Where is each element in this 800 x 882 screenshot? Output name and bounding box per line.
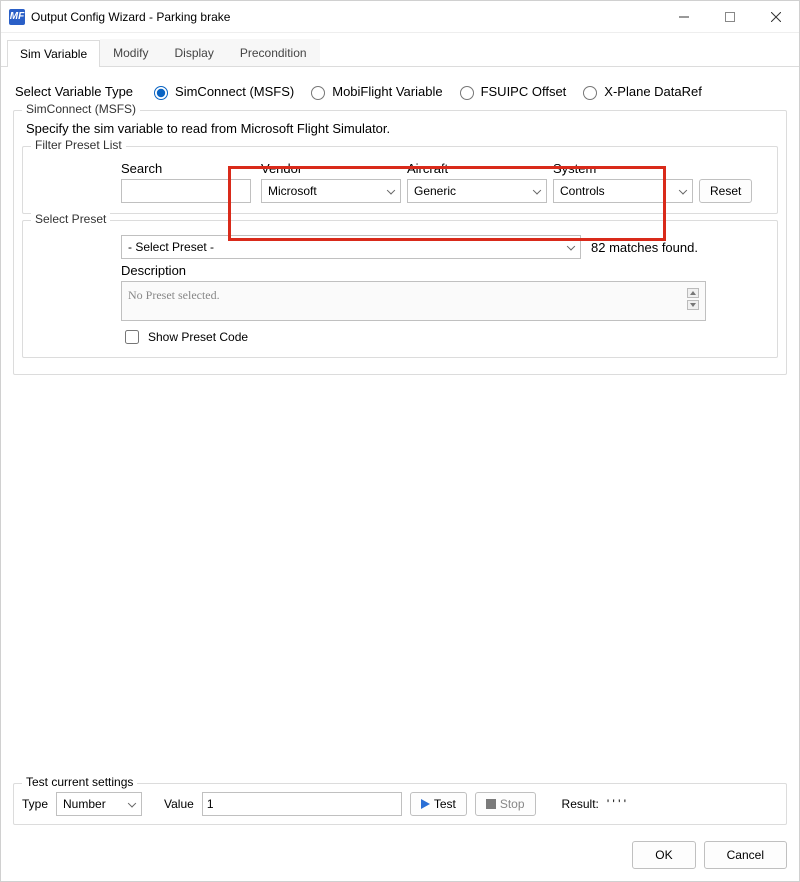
reset-button[interactable]: Reset bbox=[699, 179, 752, 203]
stop-button-label: Stop bbox=[500, 797, 525, 811]
result-label: Result: bbox=[562, 797, 599, 811]
test-value-label: Value bbox=[164, 797, 194, 811]
radio-fsuipc-input[interactable] bbox=[460, 86, 474, 100]
radio-fsuipc[interactable]: FSUIPC Offset bbox=[455, 83, 567, 100]
stop-button[interactable]: Stop bbox=[475, 792, 536, 816]
test-type-value: Number bbox=[63, 797, 106, 811]
description-box: No Preset selected. bbox=[121, 281, 706, 321]
tab-modify[interactable]: Modify bbox=[100, 39, 161, 66]
radio-xplane-label: X-Plane DataRef bbox=[604, 84, 702, 99]
description-text: No Preset selected. bbox=[128, 288, 220, 314]
show-code-row: Show Preset Code bbox=[121, 327, 769, 347]
tab-precondition[interactable]: Precondition bbox=[227, 39, 320, 66]
system-value: Controls bbox=[560, 184, 605, 198]
radio-fsuipc-label: FSUIPC Offset bbox=[481, 84, 567, 99]
radio-simconnect[interactable]: SimConnect (MSFS) bbox=[149, 83, 294, 100]
simconnect-instruction: Specify the sim variable to read from Mi… bbox=[26, 121, 778, 136]
tab-bar: Sim Variable Modify Display Precondition bbox=[1, 33, 799, 67]
close-button[interactable] bbox=[753, 1, 799, 33]
test-row: Type Number Value Test Stop Result: ' ' … bbox=[22, 792, 778, 816]
description-label: Description bbox=[121, 263, 769, 278]
content-area: Select Variable Type SimConnect (MSFS) M… bbox=[1, 67, 799, 783]
preset-matches: 82 matches found. bbox=[591, 240, 698, 255]
chevron-down-icon[interactable] bbox=[687, 300, 699, 310]
test-type-label: Type bbox=[22, 797, 48, 811]
test-button[interactable]: Test bbox=[410, 792, 467, 816]
system-select[interactable]: Controls bbox=[553, 179, 693, 203]
simconnect-legend: SimConnect (MSFS) bbox=[22, 102, 140, 116]
preset-row: - Select Preset - 82 matches found. bbox=[121, 235, 769, 259]
aircraft-select[interactable]: Generic bbox=[407, 179, 547, 203]
description-spinner[interactable] bbox=[687, 288, 699, 314]
titlebar: MF Output Config Wizard - Parking brake bbox=[1, 1, 799, 33]
radio-xplane[interactable]: X-Plane DataRef bbox=[578, 83, 702, 100]
play-icon bbox=[421, 799, 430, 809]
chevron-up-icon[interactable] bbox=[687, 288, 699, 298]
simconnect-group: SimConnect (MSFS) Specify the sim variab… bbox=[13, 110, 787, 375]
filter-legend: Filter Preset List bbox=[31, 138, 126, 152]
test-group: Test current settings Type Number Value … bbox=[13, 783, 787, 825]
minimize-button[interactable] bbox=[661, 1, 707, 33]
test-legend: Test current settings bbox=[22, 775, 137, 789]
tab-sim-variable[interactable]: Sim Variable bbox=[7, 40, 100, 67]
dialog-footer: OK Cancel bbox=[1, 833, 799, 881]
vendor-value: Microsoft bbox=[268, 184, 317, 198]
test-button-label: Test bbox=[434, 797, 456, 811]
filter-row: Search Vendor Microsoft Aircraft Generic bbox=[31, 157, 769, 205]
ok-button[interactable]: OK bbox=[632, 841, 695, 869]
system-label: System bbox=[553, 161, 693, 176]
stop-icon bbox=[486, 799, 496, 809]
window-title: Output Config Wizard - Parking brake bbox=[31, 10, 230, 24]
maximize-button[interactable] bbox=[707, 1, 753, 33]
cancel-button[interactable]: Cancel bbox=[704, 841, 787, 869]
radio-mobiflight-input[interactable] bbox=[311, 86, 325, 100]
tab-display[interactable]: Display bbox=[161, 39, 226, 66]
vendor-select[interactable]: Microsoft bbox=[261, 179, 401, 203]
variable-type-row: Select Variable Type SimConnect (MSFS) M… bbox=[15, 83, 787, 100]
test-value-input[interactable] bbox=[202, 792, 402, 816]
aircraft-value: Generic bbox=[414, 184, 456, 198]
preset-value: - Select Preset - bbox=[128, 240, 214, 254]
filter-group: Filter Preset List Search Vendor Microso… bbox=[22, 146, 778, 214]
show-code-checkbox[interactable] bbox=[125, 330, 139, 344]
search-label: Search bbox=[121, 161, 227, 176]
radio-simconnect-label: SimConnect (MSFS) bbox=[175, 84, 294, 99]
radio-mobiflight-label: MobiFlight Variable bbox=[332, 84, 442, 99]
radio-mobiflight[interactable]: MobiFlight Variable bbox=[306, 83, 442, 100]
variable-type-label: Select Variable Type bbox=[15, 84, 133, 99]
select-preset-legend: Select Preset bbox=[31, 212, 110, 226]
select-preset-group: Select Preset - Select Preset - 82 match… bbox=[22, 220, 778, 358]
aircraft-label: Aircraft bbox=[407, 161, 547, 176]
radio-simconnect-input[interactable] bbox=[154, 86, 168, 100]
preset-select[interactable]: - Select Preset - bbox=[121, 235, 581, 259]
show-code-label: Show Preset Code bbox=[148, 330, 248, 344]
app-icon: MF bbox=[9, 9, 25, 25]
search-input[interactable] bbox=[121, 179, 251, 203]
radio-xplane-input[interactable] bbox=[583, 86, 597, 100]
result-value: ' ' ' ' bbox=[607, 797, 626, 811]
vendor-label: Vendor bbox=[261, 161, 401, 176]
test-type-select[interactable]: Number bbox=[56, 792, 142, 816]
